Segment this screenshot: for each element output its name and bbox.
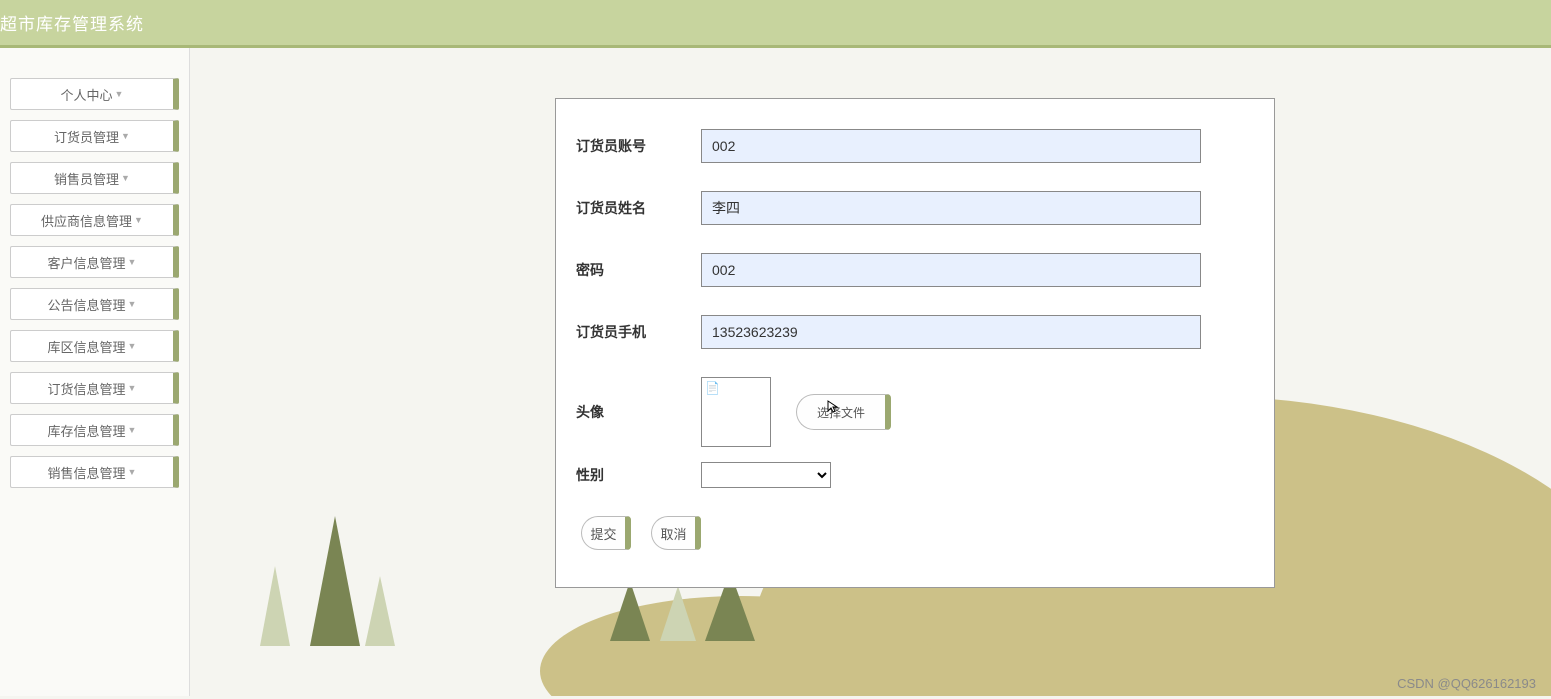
form-row-phone: 订货员手机: [576, 315, 1254, 349]
form-row-avatar: 头像 📄 选择文件: [576, 377, 1254, 447]
password-input[interactable]: [701, 253, 1201, 287]
chevron-down-icon: ▼: [121, 131, 130, 141]
button-row: 提交 取消: [576, 516, 1254, 550]
sidebar: 个人中心 ▼ 订货员管理 ▼ 销售员管理 ▼ 供应商信息管理 ▼ 客户信息管理: [0, 48, 190, 696]
file-select-button[interactable]: 选择文件: [796, 394, 891, 430]
avatar-preview: 📄: [701, 377, 771, 447]
account-label: 订货员账号: [576, 136, 701, 156]
sidebar-item-label: 销售信息管理 ▼: [48, 463, 137, 482]
chevron-down-icon: ▼: [134, 215, 143, 225]
sidebar-item-label: 订货员管理 ▼: [54, 127, 130, 146]
sidebar-item-sales-mgmt[interactable]: 销售信息管理 ▼: [10, 456, 179, 488]
gender-select[interactable]: [701, 462, 831, 488]
chevron-down-icon: ▼: [128, 341, 137, 351]
sidebar-item-label: 库区信息管理 ▼: [48, 337, 137, 356]
avatar-label: 头像: [576, 402, 701, 422]
sidebar-item-supplier-mgmt[interactable]: 供应商信息管理 ▼: [10, 204, 179, 236]
name-input[interactable]: [701, 191, 1201, 225]
broken-image-icon: 📄: [705, 381, 719, 395]
sidebar-item-label: 供应商信息管理 ▼: [41, 211, 143, 230]
sidebar-item-salesperson-mgmt[interactable]: 销售员管理 ▼: [10, 162, 179, 194]
sidebar-item-label: 销售员管理 ▼: [54, 169, 130, 188]
sidebar-item-label: 客户信息管理 ▼: [48, 253, 137, 272]
chevron-down-icon: ▼: [128, 299, 137, 309]
phone-label: 订货员手机: [576, 322, 701, 342]
sidebar-item-warehouse-mgmt[interactable]: 库区信息管理 ▼: [10, 330, 179, 362]
password-label: 密码: [576, 260, 701, 280]
sidebar-item-inventory-mgmt[interactable]: 库存信息管理 ▼: [10, 414, 179, 446]
app-title: 超市库存管理系统: [0, 10, 144, 35]
name-label: 订货员姓名: [576, 198, 701, 218]
chevron-down-icon: ▼: [128, 383, 137, 393]
gender-label: 性别: [576, 465, 701, 485]
chevron-down-icon: ▼: [115, 89, 124, 99]
chevron-down-icon: ▼: [121, 173, 130, 183]
chevron-down-icon: ▼: [128, 467, 137, 477]
account-input[interactable]: [701, 129, 1201, 163]
sidebar-item-order-mgmt[interactable]: 订货信息管理 ▼: [10, 372, 179, 404]
submit-button[interactable]: 提交: [581, 516, 631, 550]
form-panel: 订货员账号 订货员姓名 密码 订货员手机 头像 📄 选择: [555, 98, 1275, 588]
sidebar-item-label: 库存信息管理 ▼: [48, 421, 137, 440]
sidebar-item-label: 个人中心 ▼: [61, 85, 124, 104]
cancel-button[interactable]: 取消: [651, 516, 701, 550]
content-area: 订货员账号 订货员姓名 密码 订货员手机 头像 📄 选择: [190, 48, 1551, 696]
main-container: 个人中心 ▼ 订货员管理 ▼ 销售员管理 ▼ 供应商信息管理 ▼ 客户信息管理: [0, 48, 1551, 696]
sidebar-item-notice-mgmt[interactable]: 公告信息管理 ▼: [10, 288, 179, 320]
sidebar-item-label: 订货信息管理 ▼: [48, 379, 137, 398]
form-row-gender: 性别: [576, 462, 1254, 488]
sidebar-item-orderer-mgmt[interactable]: 订货员管理 ▼: [10, 120, 179, 152]
chevron-down-icon: ▼: [128, 257, 137, 267]
sidebar-item-label: 公告信息管理 ▼: [48, 295, 137, 314]
form-row-account: 订货员账号: [576, 129, 1254, 163]
sidebar-item-customer-mgmt[interactable]: 客户信息管理 ▼: [10, 246, 179, 278]
header: 超市库存管理系统: [0, 0, 1551, 48]
watermark: CSDN @QQ626162193: [1397, 676, 1536, 691]
form-row-name: 订货员姓名: [576, 191, 1254, 225]
sidebar-item-personal-center[interactable]: 个人中心 ▼: [10, 78, 179, 110]
phone-input[interactable]: [701, 315, 1201, 349]
form-row-password: 密码: [576, 253, 1254, 287]
chevron-down-icon: ▼: [128, 425, 137, 435]
